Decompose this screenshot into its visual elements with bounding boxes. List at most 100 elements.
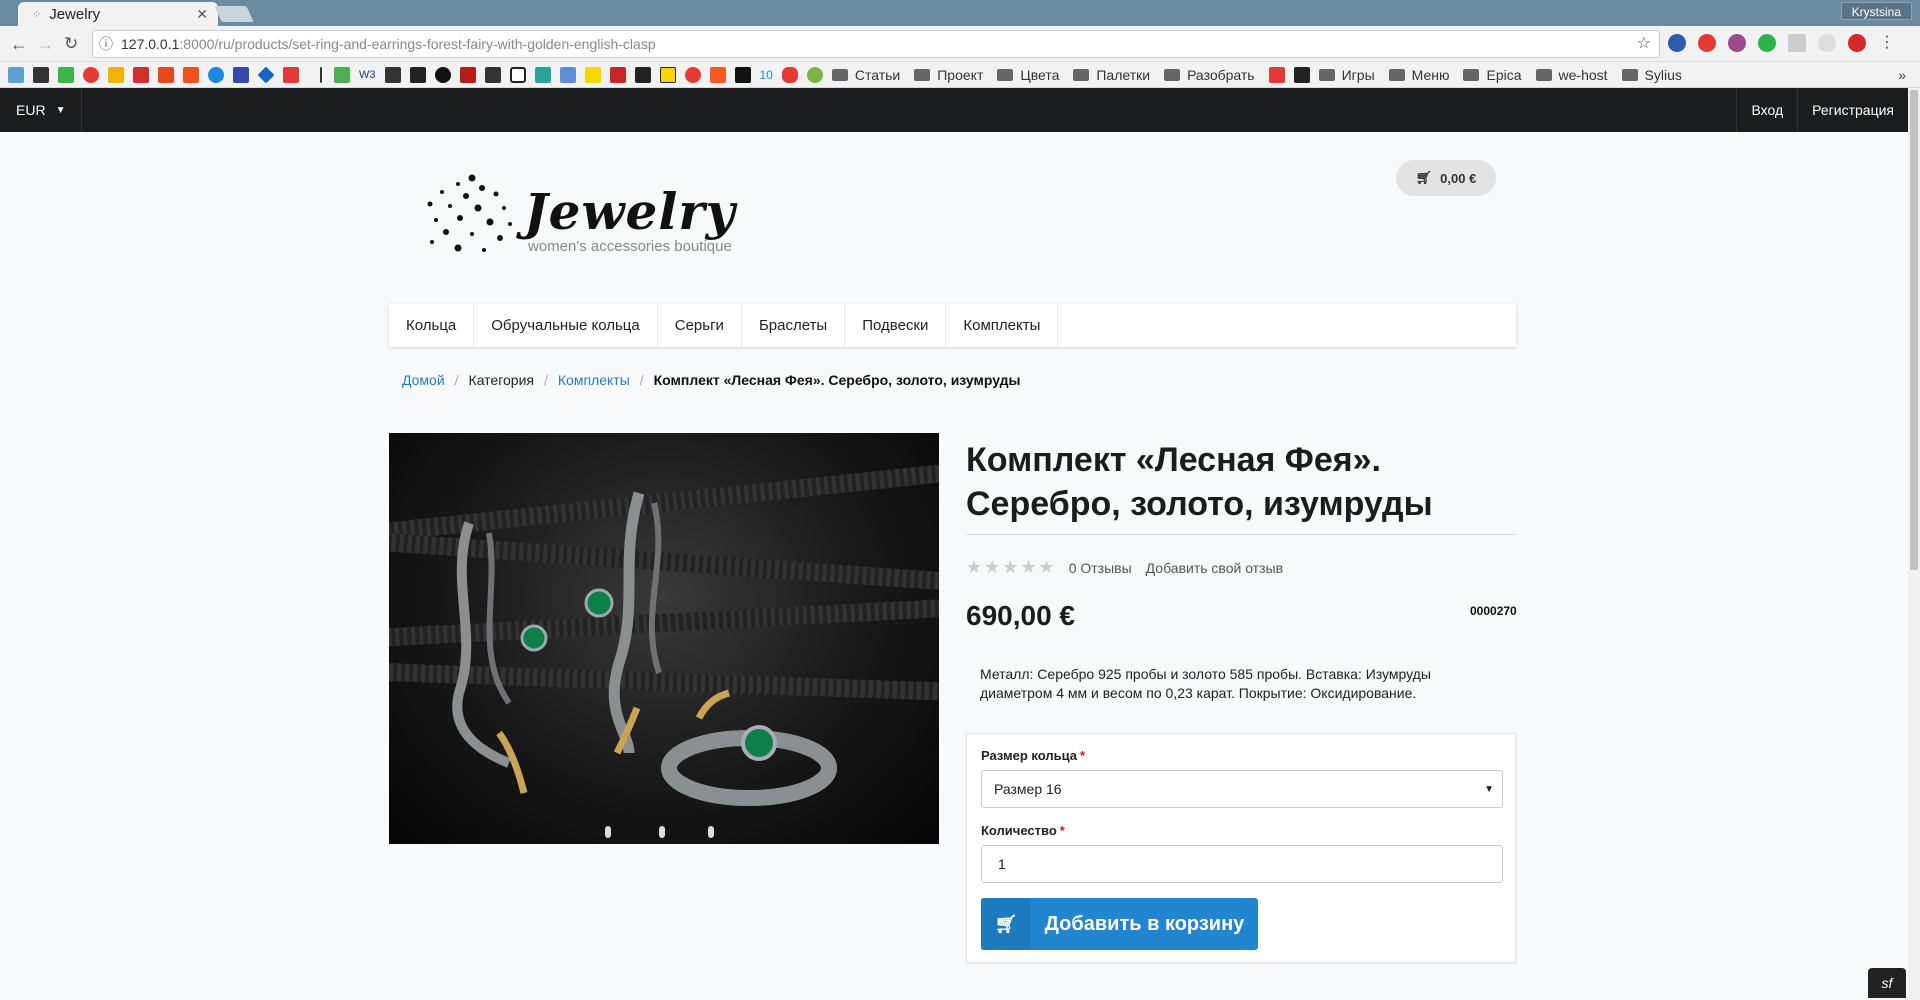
breadcrumb-section[interactable]: Комплекты [558, 372, 630, 388]
opera-icon[interactable] [1848, 34, 1866, 52]
bookmark-icon[interactable] [806, 66, 823, 83]
rating-stars-icon[interactable]: ★★★★★ [966, 557, 1057, 578]
bookmark-icon[interactable] [208, 66, 224, 83]
bookmark-icon[interactable] [609, 66, 626, 83]
scrollbar-thumb[interactable] [1910, 90, 1918, 570]
bookmark-folder[interactable]: Палетки [1073, 67, 1150, 83]
bookmark-icon[interactable] [781, 66, 798, 83]
bookmark-icon[interactable] [133, 66, 149, 83]
menu-item-wedding-rings[interactable]: Обручальные кольца [474, 304, 658, 347]
bookmark-10[interactable]: 10 [760, 68, 773, 82]
bookmark-icon[interactable] [709, 66, 726, 83]
browser-user-badge[interactable]: Krystsina [1840, 2, 1912, 20]
bookmark-icon[interactable] [484, 66, 501, 83]
ring-size-select[interactable]: Размер 16 ▼ [981, 770, 1503, 808]
bookmark-icon[interactable] [334, 66, 350, 83]
bookmark-icon[interactable] [409, 66, 426, 83]
menu-item-sets[interactable]: Комплекты [946, 304, 1059, 347]
address-bar[interactable]: ⓘ 127.0.0.1:8000/ru/products/set-ring-an… [92, 30, 1660, 58]
bookmark-star-icon[interactable]: ☆ [1637, 31, 1651, 57]
menu-item-earrings[interactable]: Серьги [658, 304, 742, 347]
reload-icon[interactable]: ↻ [64, 34, 78, 54]
bookmark-icon[interactable] [8, 66, 24, 83]
browser-tab[interactable]: ⁘ Jewelry ✕ [18, 2, 218, 26]
add-review-link[interactable]: Добавить свой отзыв [1146, 560, 1283, 576]
bookmark-w3[interactable]: W3 [359, 69, 376, 81]
forward-icon[interactable]: → [36, 34, 54, 55]
bookmark-icon[interactable] [734, 66, 751, 83]
bookmark-folder[interactable]: Статьи [831, 67, 900, 83]
symfony-toolbar-icon[interactable]: sf [1868, 968, 1906, 998]
bookmark-icon[interactable] [509, 66, 526, 83]
back-icon[interactable]: ← [10, 34, 28, 55]
extension-icon[interactable] [1788, 34, 1806, 52]
bookmarks-bar: W3 10 Статьи Проект Цвета Палетки Разобр… [0, 62, 1920, 88]
carousel-indicator[interactable] [605, 826, 611, 838]
currency-value: EUR [16, 102, 46, 118]
bookmark-folder[interactable]: Меню [1388, 67, 1449, 83]
currency-dropdown[interactable]: EUR ▼ [0, 88, 83, 132]
site-logo[interactable]: Jewelry women's accessories boutique [420, 172, 750, 262]
extension-icon[interactable] [1818, 34, 1836, 52]
carousel-indicator[interactable] [659, 826, 665, 838]
bookmark-icon[interactable] [434, 66, 451, 83]
folder-icon [914, 68, 931, 81]
bookmark-icon[interactable] [233, 66, 249, 83]
bookmark-icon[interactable] [634, 66, 651, 83]
bookmark-folder[interactable]: we-host [1535, 67, 1608, 83]
menu-item-pendants[interactable]: Подвески [845, 304, 947, 347]
site-info-icon[interactable]: ⓘ [99, 31, 113, 57]
bookmark-folder[interactable]: Sylius [1621, 67, 1682, 83]
bookmark-icon[interactable] [108, 66, 124, 83]
extension-icon[interactable] [1758, 34, 1776, 52]
bookmark-icon[interactable] [33, 66, 49, 83]
page-scrollbar[interactable] [1908, 88, 1920, 1000]
bookmark-icon[interactable] [183, 66, 199, 83]
register-link[interactable]: Регистрация [1797, 88, 1908, 132]
product-image-carousel[interactable] [389, 433, 939, 844]
bookmark-icon[interactable] [257, 66, 275, 83]
quantity-input[interactable]: 1 [981, 845, 1503, 883]
product-title: Комплект «Лесная Фея». Серебро, золото, … [966, 438, 1516, 535]
carousel-indicator[interactable] [708, 826, 714, 838]
bookmark-icon[interactable] [584, 66, 601, 83]
bookmark-icon[interactable] [534, 66, 551, 83]
bookmark-folder[interactable]: Epica [1463, 67, 1522, 83]
add-to-cart-button[interactable]: 🛒︎ Добавить в корзину [981, 898, 1258, 950]
menu-dots-icon[interactable]: ⋮ [1878, 34, 1896, 52]
extension-icons: ⋮ [1668, 34, 1896, 52]
url-path: :8000/ru/products/set-ring-and-earrings-… [179, 36, 656, 52]
folder-icon [1318, 68, 1335, 81]
bookmark-icon[interactable] [459, 66, 476, 83]
cart-button[interactable]: 🛒︎ 0,00 € [1396, 160, 1496, 196]
bookmark-folder[interactable]: Разобрать [1164, 67, 1255, 83]
reviews-count[interactable]: 0 Отзывы [1069, 560, 1132, 576]
ring-size-label: Размер кольца * [981, 748, 1086, 763]
bookmark-folder[interactable]: Проект [914, 67, 983, 83]
extension-icon[interactable] [1668, 34, 1686, 52]
bookmark-icon[interactable] [58, 66, 74, 83]
login-link[interactable]: Вход [1736, 88, 1797, 132]
folder-icon [997, 68, 1014, 81]
bookmark-icon[interactable] [1293, 66, 1310, 83]
menu-item-bracelets[interactable]: Браслеты [742, 304, 846, 347]
product-description: Металл: Серебро 925 пробы и золото 585 п… [980, 666, 1431, 701]
bookmark-icon[interactable] [283, 66, 299, 83]
bookmark-icon[interactable] [559, 66, 576, 83]
extension-icon[interactable] [1728, 34, 1746, 52]
bookmark-folder[interactable]: Игры [1318, 67, 1375, 83]
extension-icon[interactable] [1698, 34, 1716, 52]
breadcrumb-home[interactable]: Домой [402, 372, 445, 388]
close-tab-icon[interactable]: ✕ [196, 6, 208, 23]
caret-down-icon: ▼ [55, 104, 66, 116]
bookmark-icon[interactable] [684, 66, 701, 83]
new-tab-button[interactable] [214, 6, 254, 22]
menu-item-rings[interactable]: Кольца [389, 304, 475, 347]
bookmark-icon[interactable] [158, 66, 174, 83]
bookmark-icon[interactable] [659, 66, 676, 83]
bookmark-icon[interactable] [83, 66, 99, 83]
bookmark-folder[interactable]: Цвета [997, 67, 1059, 83]
bookmark-icon[interactable] [384, 66, 401, 83]
bookmark-icon[interactable] [1268, 66, 1285, 83]
more-bookmarks-icon[interactable]: » [1898, 67, 1906, 83]
